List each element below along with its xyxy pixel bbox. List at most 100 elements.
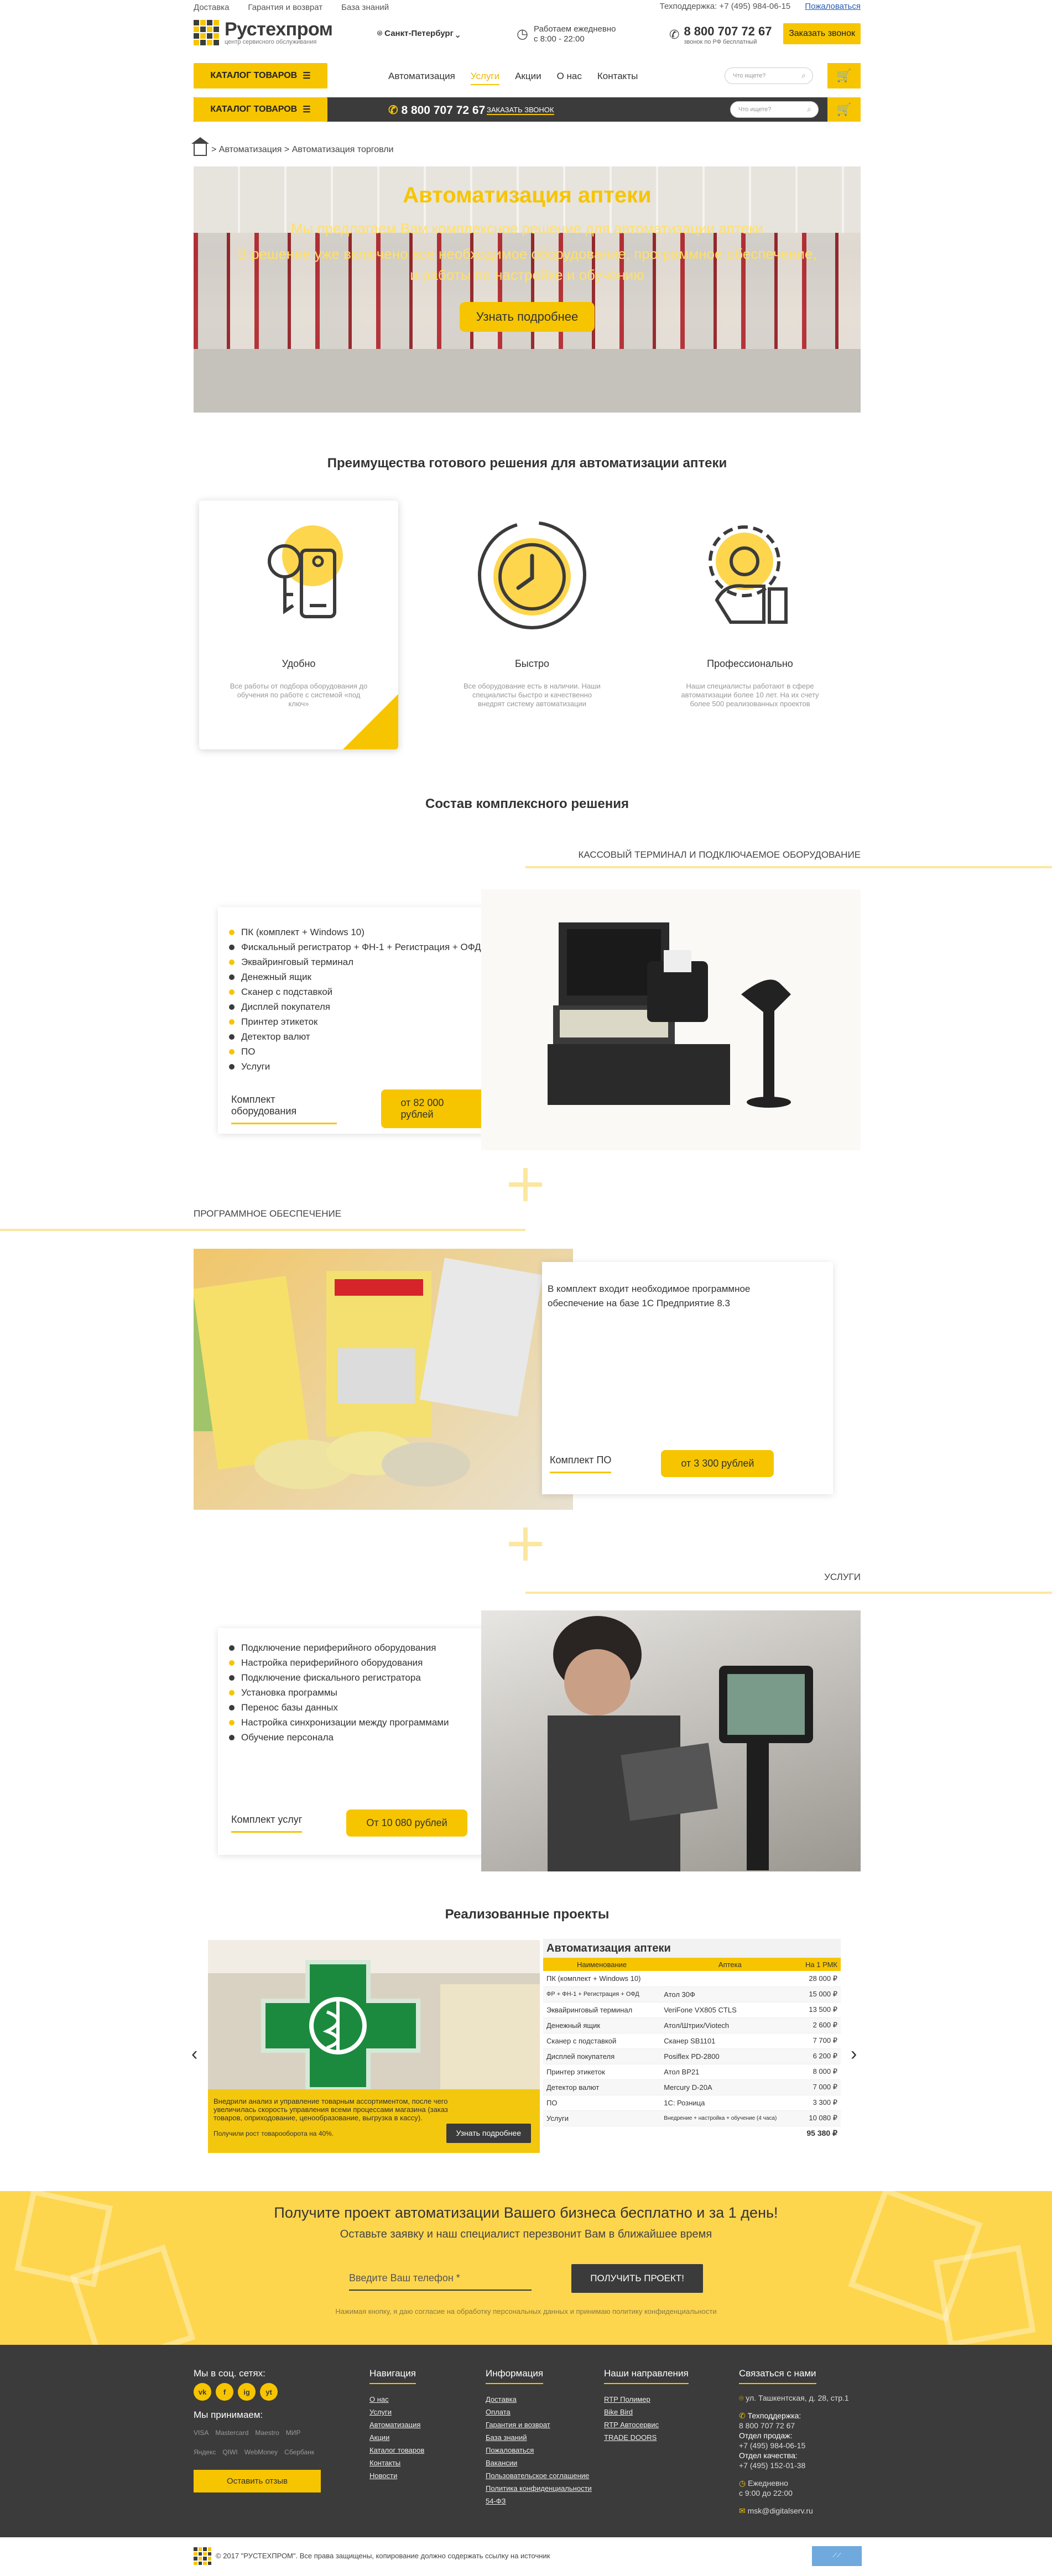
phone-icon: ✆ <box>669 28 680 41</box>
sticky-catalog-button[interactable]: КАТАЛОГ ТОВАРОВ ☰ <box>194 97 327 122</box>
software-label: ПРОГРАММНОЕ ОБЕСПЕЧЕНИЕ <box>194 1208 342 1219</box>
get-project-button[interactable]: ПОЛУЧИТЬ ПРОЕКТ! <box>571 2264 703 2293</box>
advantage-text: Наши специалисты работают в сфере автома… <box>681 682 819 708</box>
footer-link[interactable]: TRADE DOORS <box>604 2431 689 2444</box>
page: Доставка Гарантия и возврат База знаний … <box>0 0 1052 2576</box>
hardware-footer-label: Комплект оборудования <box>231 1094 337 1124</box>
menu-item-automation[interactable]: Автоматизация <box>388 71 455 85</box>
footer-link[interactable]: Каталог товаров <box>369 2444 424 2457</box>
header-phone[interactable]: ✆ 8 800 707 72 67 звонок по РФ бесплатны… <box>669 24 772 45</box>
list-item: ПО <box>229 1044 481 1059</box>
footer-navigation: Навигация О нас Услуги Автоматизация Акц… <box>369 2367 424 2482</box>
phone-input[interactable]: Введите Ваш телефон * <box>349 2267 532 2291</box>
services-list: Подключение периферийного оборудования Н… <box>229 1640 449 1745</box>
footer-link[interactable]: Новости <box>369 2469 424 2482</box>
hero-subtitle: Мы предлагаем Вам комплексное решение дл… <box>291 220 763 237</box>
table-row: Услуги Внедрение + настройка + обучение (… <box>543 2110 841 2126</box>
top-support: Техподдержка: +7 (495) 984-06-15 Пожалов… <box>660 2 861 11</box>
instagram-icon[interactable]: ig <box>238 2383 256 2401</box>
mir-icon: МИР <box>285 2429 301 2437</box>
software-price-button[interactable]: от 3 300 рублей <box>661 1450 774 1477</box>
menu-item-about[interactable]: О нас <box>557 71 582 85</box>
sticky-search-input[interactable]: Что ищете? ⌕ <box>730 101 819 118</box>
cta-section: Получите проект автоматизации Вашего биз… <box>0 2191 1052 2345</box>
home-icon[interactable] <box>191 137 209 156</box>
footer-link[interactable]: Акции <box>369 2431 424 2444</box>
menu-item-services[interactable]: Услуги <box>470 71 500 85</box>
hardware-list: ПК (комплект + Windows 10) Фискальный ре… <box>229 925 481 1074</box>
top-bar: Доставка Гарантия и возврат База знаний … <box>194 0 861 15</box>
list-item: Фискальный регистратор + ФН-1 + Регистра… <box>229 940 481 955</box>
logo-mark <box>194 20 219 45</box>
clock-icon: ◷ <box>739 2479 748 2488</box>
top-link-knowledge[interactable]: База знаний <box>341 3 389 12</box>
top-link-delivery[interactable]: Доставка <box>194 3 229 12</box>
footer-link[interactable]: Вакансии <box>486 2457 592 2469</box>
table-row: Сканер с подставкой Сканер SB1101 7 700 ₽ <box>543 2033 841 2049</box>
footer-link[interactable]: Пользовательское соглашение <box>486 2469 592 2482</box>
footer-email[interactable]: ✉ msk@digitalserv.ru <box>739 2506 849 2516</box>
footer-link[interactable]: Bike Bird <box>604 2406 689 2418</box>
technician-image <box>481 1610 861 1871</box>
logo[interactable]: Рустехпром центр сервисного обслуживания <box>194 20 333 45</box>
services-price-button[interactable]: От 10 080 рублей <box>346 1810 467 1837</box>
footer-link[interactable]: База знаний <box>486 2431 592 2444</box>
developer-logo[interactable]: ⟋⟋ <box>812 2546 862 2566</box>
catalog-button[interactable]: КАТАЛОГ ТОВАРОВ ☰ <box>194 63 327 88</box>
footer-link[interactable]: Пожаловаться <box>486 2444 592 2457</box>
footer: Мы в соц. сетях: vk f ig yt Мы принимаем… <box>0 2345 1052 2537</box>
table-row: Эквайринговый терминал VeriFone VX805 CTL… <box>543 2002 841 2018</box>
search-input[interactable]: Что ищете? ⌕ <box>725 67 813 84</box>
footer-social: Мы в соц. сетях: vk f ig yt Мы принимаем… <box>194 2367 321 2492</box>
city-selector[interactable]: ⌾ Санкт-Петербург ⌄ <box>377 29 460 38</box>
vk-icon[interactable]: vk <box>194 2383 211 2401</box>
sticky-callback-link[interactable]: ЗАКАЗАТЬ ЗВОНОК <box>487 106 554 115</box>
top-link-warranty[interactable]: Гарантия и возврат <box>248 3 322 12</box>
table-row: ФР + ФН-1 + Регистрация + ОФД Атол 30Ф 15 … <box>543 1986 841 2003</box>
footer-link[interactable]: Политика конфиденциальности <box>486 2482 592 2495</box>
facebook-icon[interactable]: f <box>216 2383 233 2401</box>
chevron-left-icon[interactable]: ‹ <box>191 2043 197 2065</box>
footer-nav-title: Навигация <box>369 2367 416 2384</box>
youtube-icon[interactable]: yt <box>260 2383 278 2401</box>
leave-review-button[interactable]: Оставить отзыв <box>194 2470 321 2492</box>
sticky-cart-icon[interactable]: 🛒 <box>827 97 861 122</box>
work-hours: ◷ Работаем ежедневно с 8:00 - 22:00 <box>517 24 616 44</box>
footer-link[interactable]: RTP Автосервис <box>604 2418 689 2431</box>
footer-link[interactable]: Автоматизация <box>369 2418 424 2431</box>
hero-more-button[interactable]: Узнать подробнее <box>459 302 595 332</box>
footer-link[interactable]: Услуги <box>369 2406 424 2418</box>
menu-item-contacts[interactable]: Контакты <box>597 71 638 85</box>
cart-icon[interactable]: 🛒 <box>827 63 861 88</box>
footer-link[interactable]: Гарантия и возврат <box>486 2418 592 2431</box>
sticky-phone[interactable]: ✆ 8 800 707 72 67 <box>388 103 485 117</box>
hardware-price-button[interactable]: от 82 000 рублей <box>381 1089 494 1128</box>
footer-logo-mark <box>194 2547 211 2565</box>
stopwatch-icon <box>478 521 586 629</box>
callback-button[interactable]: Заказать звонок <box>783 23 861 44</box>
advantage-text: Все оборудование есть в наличии. Наши сп… <box>463 682 601 708</box>
city-label: Санкт-Петербург <box>384 29 454 38</box>
software-box-image <box>194 1249 573 1510</box>
footer-link[interactable]: RTP Полимер <box>604 2393 689 2406</box>
footer-link[interactable]: Контакты <box>369 2457 424 2469</box>
breadcrumb: > Автоматизация > Автоматизация торговли <box>191 137 394 156</box>
menu-item-promos[interactable]: Акции <box>515 71 541 85</box>
footer-link[interactable]: Оплата <box>486 2406 592 2418</box>
payment-methods: VISA Mastercard Maestro МИР Яндекс QIWI … <box>194 2427 321 2459</box>
footer-link[interactable]: О нас <box>369 2393 424 2406</box>
phone-icon: ✆ <box>739 2411 748 2420</box>
bottom-bar: © 2017 "РУСТЕХПРОМ". Все права защищены,… <box>0 2537 1052 2576</box>
phone-number: 8 800 707 72 67 <box>684 24 772 38</box>
breadcrumb-path[interactable]: > Автоматизация > Автоматизация торговли <box>211 145 394 155</box>
complain-link[interactable]: Пожаловаться <box>805 2 861 11</box>
search-icon[interactable]: ⌕ <box>807 105 811 114</box>
list-item: Подключение фискального регистратора <box>229 1670 449 1685</box>
footer-link[interactable]: 54-ФЗ <box>486 2495 592 2507</box>
list-item: Настройка синхронизации между программам… <box>229 1715 449 1730</box>
project-more-button[interactable]: Узнать подробнее <box>446 2124 531 2143</box>
footer-link[interactable]: Доставка <box>486 2393 592 2406</box>
search-icon[interactable]: ⌕ <box>801 71 806 80</box>
list-item: Подключение периферийного оборудования <box>229 1640 449 1655</box>
chevron-right-icon[interactable]: › <box>851 2043 857 2065</box>
